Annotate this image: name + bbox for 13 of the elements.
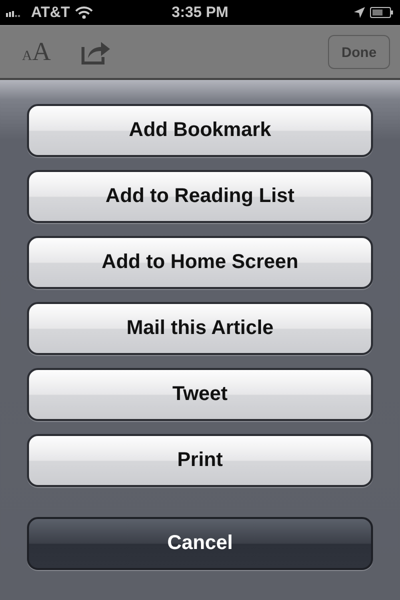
share-icon[interactable]: [80, 39, 111, 65]
action-button[interactable]: Print: [27, 434, 373, 487]
location-arrow-icon: [354, 7, 365, 18]
carrier-name: AT&T: [31, 4, 70, 21]
action-button[interactable]: Add to Home Screen: [27, 236, 373, 289]
cancel-button[interactable]: Cancel: [27, 517, 373, 570]
status-time: 3:35 PM: [172, 4, 228, 21]
wifi-icon: [74, 6, 93, 19]
action-button[interactable]: Add to Reading List: [27, 170, 373, 223]
action-button[interactable]: Mail this Article: [27, 302, 373, 355]
action-button[interactable]: Add Bookmark: [27, 104, 373, 157]
action-button[interactable]: Tweet: [27, 368, 373, 421]
battery-icon: [370, 7, 394, 18]
